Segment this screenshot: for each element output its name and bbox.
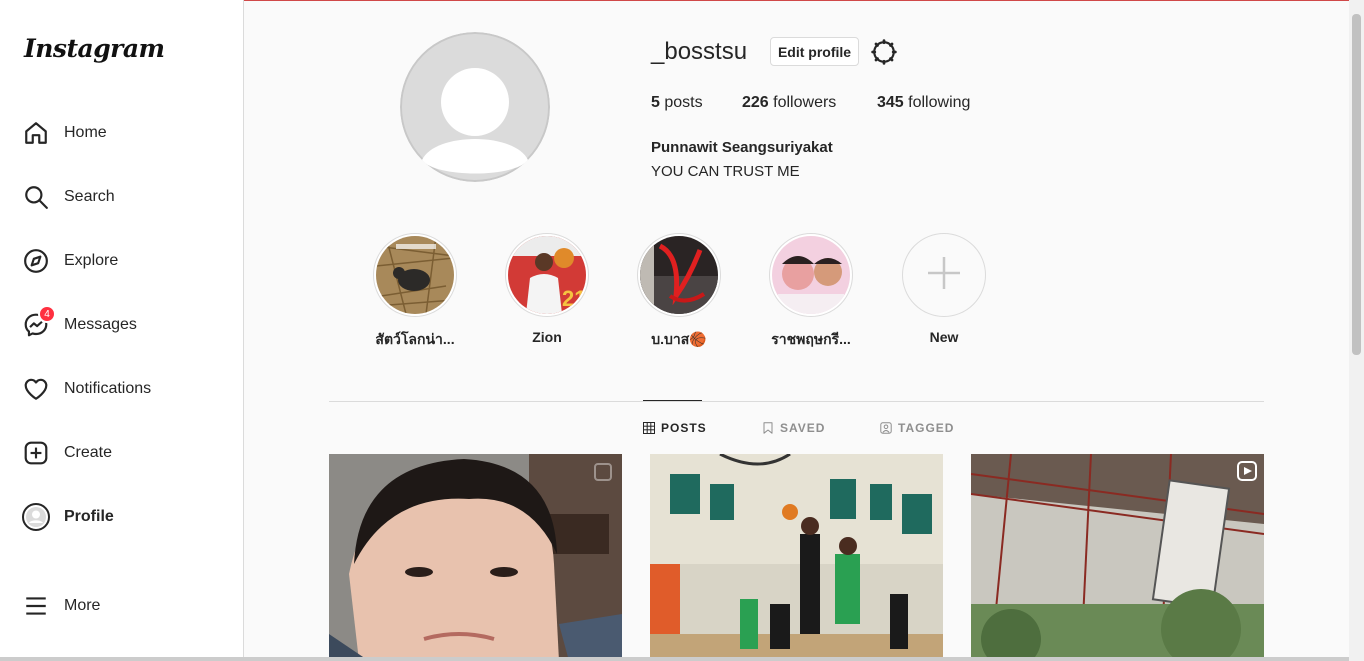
post-thumbnail[interactable] <box>971 454 1264 661</box>
highlight-ring: 21 <box>505 233 589 317</box>
edit-profile-button[interactable]: Edit profile <box>770 37 859 66</box>
sidebar: Instagram Home Search Explore 4 Messages… <box>0 0 244 661</box>
highlight-ring <box>373 233 457 317</box>
bookmark-icon <box>762 422 774 434</box>
home-icon <box>22 119 50 147</box>
sidebar-item-create[interactable]: Create <box>22 433 232 473</box>
highlight-cover-image <box>772 236 850 314</box>
tab-posts[interactable]: POSTS <box>643 421 707 435</box>
post-thumbnail[interactable] <box>650 454 943 661</box>
highlight-cover-image <box>640 236 718 314</box>
tab-tagged[interactable]: TAGGED <box>880 421 954 435</box>
menu-icon <box>22 592 50 620</box>
sidebar-item-notifications[interactable]: Notifications <box>22 369 232 409</box>
profile-full-name: Punnawit Seangsuriyakat <box>651 139 833 156</box>
sidebar-item-label: Explore <box>64 252 119 269</box>
highlight-cover-image <box>376 236 454 314</box>
settings-gear-icon[interactable] <box>871 39 897 65</box>
heart-icon <box>22 375 50 403</box>
tab-saved[interactable]: SAVED <box>762 421 825 435</box>
story-highlight[interactable]: 21 Zion <box>487 233 607 345</box>
following-label: following <box>908 94 971 111</box>
instagram-logo[interactable]: Instagram <box>24 34 165 63</box>
plus-square-icon <box>22 439 50 467</box>
sidebar-item-label: Create <box>64 444 113 461</box>
tabs-divider <box>329 401 1264 402</box>
story-highlight[interactable]: ราชพฤษกรี... <box>751 233 871 351</box>
messages-badge: 4 <box>38 305 56 323</box>
profile-username: _bosstsu <box>651 38 748 65</box>
sidebar-item-label: Search <box>64 188 115 205</box>
post-thumbnail[interactable] <box>329 454 622 661</box>
svg-text:21: 21 <box>562 286 586 311</box>
tagged-icon <box>880 422 892 434</box>
sidebar-item-messages[interactable]: 4 Messages <box>22 305 232 345</box>
sidebar-item-explore[interactable]: Explore <box>22 241 232 281</box>
tab-label: TAGGED <box>898 421 955 435</box>
compass-icon <box>22 247 50 275</box>
sidebar-item-label: Messages <box>64 316 137 333</box>
grid-icon <box>643 422 655 434</box>
story-highlight[interactable]: สัตว์โลกน่า... <box>355 233 475 351</box>
highlight-ring <box>637 233 721 317</box>
posts-count: 5 <box>651 94 660 111</box>
followers-count: 226 <box>742 94 769 111</box>
sidebar-item-label: More <box>64 597 101 614</box>
sidebar-item-home[interactable]: Home <box>22 113 232 153</box>
profile-avatar[interactable] <box>400 32 550 182</box>
highlight-label: ราชพฤษกรี... <box>771 331 851 347</box>
highlight-label: บ.บาส🏀 <box>651 331 707 347</box>
story-highlight[interactable]: บ.บาส🏀 <box>619 233 739 351</box>
highlight-label: New <box>929 329 959 345</box>
active-tab-indicator <box>643 400 702 401</box>
sidebar-item-search[interactable]: Search <box>22 177 232 217</box>
followers-stat[interactable]: 226 followers <box>742 94 836 112</box>
plus-icon <box>924 253 964 298</box>
highlight-cover-image: 21 <box>508 236 586 314</box>
posts-label: posts <box>664 94 703 111</box>
bottom-edge <box>0 657 1349 661</box>
sidebar-item-label: Profile <box>64 508 114 525</box>
sidebar-item-profile[interactable]: Profile <box>22 497 232 537</box>
new-highlight-button[interactable]: New <box>884 233 1004 345</box>
sidebar-item-more[interactable]: More <box>22 586 232 626</box>
following-count: 345 <box>877 94 904 111</box>
avatar-icon <box>22 503 50 531</box>
followers-label: followers <box>773 94 837 111</box>
tab-label: POSTS <box>661 421 707 435</box>
tab-label: SAVED <box>780 421 826 435</box>
sidebar-item-label: Notifications <box>64 380 152 397</box>
profile-bio: YOU CAN TRUST ME <box>651 163 800 180</box>
following-stat[interactable]: 345 following <box>877 94 970 112</box>
scrollbar-thumb[interactable] <box>1352 14 1361 355</box>
highlight-label: Zion <box>532 329 562 345</box>
search-icon <box>22 183 50 211</box>
sidebar-item-label: Home <box>64 124 107 141</box>
highlight-ring <box>769 233 853 317</box>
posts-count-stat: 5 posts <box>651 94 703 112</box>
new-highlight-ring <box>902 233 986 317</box>
highlight-label: สัตว์โลกน่า... <box>375 331 455 347</box>
messenger-icon: 4 <box>22 305 56 339</box>
